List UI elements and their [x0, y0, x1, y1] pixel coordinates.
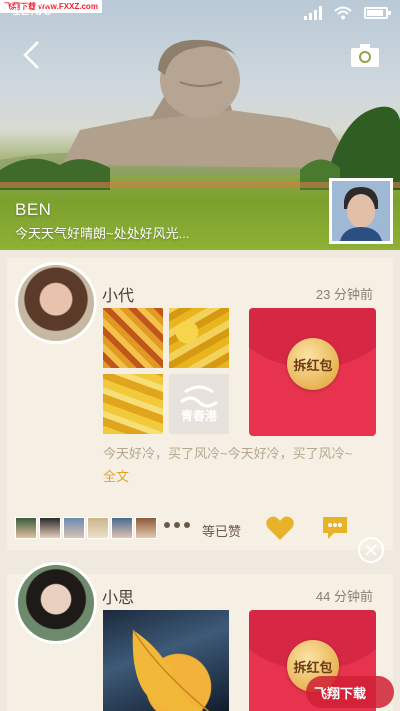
photo-thumbnail[interactable] [103, 610, 229, 711]
status-bar: 飞翔下载 www.FXXZ.com 12:00 [0, 0, 400, 26]
liker-avatar[interactable] [15, 517, 37, 539]
user-status: 今天天气好晴朗~处处好风光... [15, 226, 190, 241]
back-icon[interactable] [18, 38, 48, 72]
likers-avatars [15, 517, 157, 539]
liker-avatar[interactable] [111, 517, 133, 539]
red-packet-label: 拆红包 [287, 338, 339, 390]
download-site-badge: 飞翔下载 [306, 676, 394, 708]
post-text: 今天好冷，买了风冷~今天好冷，买了风冷~ [103, 446, 353, 461]
photo-thumbnail[interactable] [103, 374, 163, 434]
brand-logo-text: 青春港 [181, 408, 218, 423]
avatar[interactable] [15, 262, 97, 344]
post-nickname[interactable]: 小代 [102, 282, 134, 306]
liked-label: 等已赞 [202, 524, 242, 539]
feed-post: 小代 23 分钟前 青春港 拆红包 今天好冷，买了风冷~今天好冷，买了风冷~ 全… [7, 258, 393, 550]
wifi-icon [334, 6, 352, 20]
battery-icon [364, 7, 391, 19]
liker-avatar[interactable] [87, 517, 109, 539]
camera-icon[interactable] [350, 42, 380, 68]
like-heart-icon[interactable] [265, 514, 295, 542]
read-more-link[interactable]: 全文 [103, 466, 129, 485]
liker-avatar[interactable] [39, 517, 61, 539]
photo-thumbnail[interactable] [169, 308, 229, 368]
user-name: BEN [15, 200, 52, 219]
photo-thumbnail[interactable] [103, 308, 163, 368]
user-avatar[interactable] [329, 178, 393, 244]
liker-avatar[interactable] [135, 517, 157, 539]
post-time: 44 分钟前 [315, 589, 373, 604]
red-packet-button[interactable]: 拆红包 [249, 308, 376, 436]
signal-icon [304, 6, 322, 20]
post-nickname[interactable]: 小思 [102, 584, 134, 608]
status-time: 12:00 [12, 2, 53, 19]
liker-avatar[interactable] [63, 517, 85, 539]
close-icon[interactable] [358, 537, 384, 563]
comment-icon[interactable] [320, 514, 350, 542]
photo-grid: 青春港 [103, 308, 229, 434]
profile-header: 飞翔下载 www.FXXZ.com 12:00 BEN 今天天气好晴朗~处处好风… [0, 0, 400, 250]
brand-logo: 青春港 [180, 385, 218, 423]
avatar[interactable] [15, 562, 97, 644]
post-time: 23 分钟前 [315, 287, 373, 302]
more-likers-icon[interactable] [164, 522, 190, 528]
photo-thumbnail[interactable]: 青春港 [169, 374, 229, 434]
